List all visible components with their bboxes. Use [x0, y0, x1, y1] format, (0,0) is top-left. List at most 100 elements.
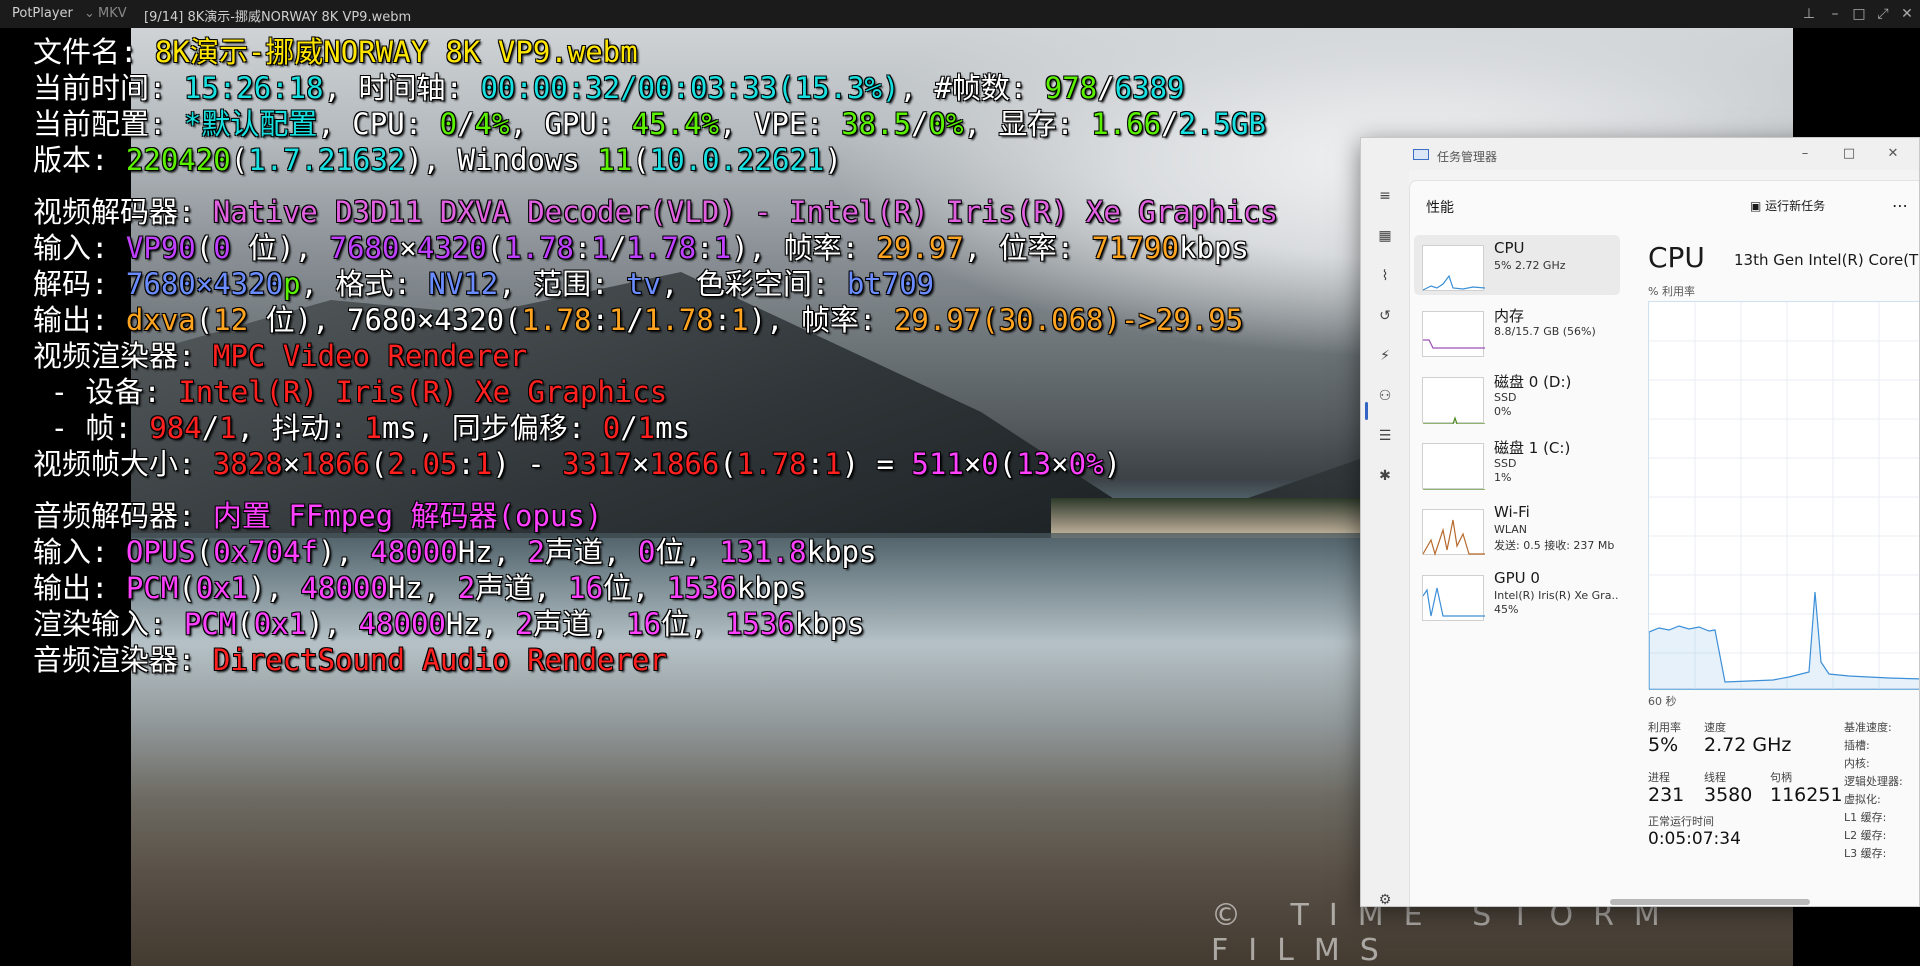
- osd-line: - 帧: 984/1, 抖动: 1ms, 同步偏移: 0/1ms: [33, 410, 1278, 446]
- cpu-utilization-graph: [1648, 301, 1919, 691]
- osd-segment: 48000: [358, 607, 446, 641]
- osd-segment: 声道,: [475, 571, 569, 605]
- osd-segment: 29.97: [893, 303, 982, 337]
- osd-segment: 当前配置:: [33, 107, 184, 141]
- startup-apps-icon[interactable]: ⚡: [1375, 346, 1395, 366]
- osd-line: 版本: 220420(1.7.21632), Windows 11(10.0.2…: [33, 142, 1278, 178]
- osd-segment: 1: [591, 231, 609, 265]
- util-label: 利用率: [1648, 721, 1681, 734]
- osd-segment: kbps: [1178, 231, 1249, 265]
- osd-segment: 1536: [724, 607, 795, 641]
- minimize-button[interactable]: –: [1824, 3, 1846, 25]
- resource-item-1[interactable]: 内存 8.8/15.7 GB (56%): [1414, 301, 1620, 361]
- resource-item-0[interactable]: CPU 5% 2.72 GHz: [1414, 235, 1620, 295]
- osd-segment: :: [713, 303, 732, 337]
- maximize-button[interactable]: □: [1829, 142, 1869, 166]
- osd-segment: 声道,: [545, 535, 638, 569]
- osd-segment: /: [1161, 107, 1179, 141]
- page-title: 性能: [1426, 200, 1454, 216]
- threads-value: 3580: [1704, 784, 1753, 806]
- osd-segment: 位,: [603, 571, 667, 605]
- osd-segment: 48000: [300, 571, 388, 605]
- performance-icon[interactable]: ⌇: [1375, 266, 1395, 286]
- osd-segment: ×: [399, 231, 417, 265]
- fullscreen-button[interactable]: ⤢: [1872, 3, 1894, 25]
- osd-segment: 位),: [230, 231, 330, 265]
- users-icon[interactable]: ⚇: [1375, 386, 1395, 406]
- osd-segment: 984: [149, 411, 202, 445]
- osd-segment: 7680: [329, 231, 400, 265]
- resource-item-4[interactable]: Wi-Fi WLAN 发送: 0.5 接收: 237 Mb: [1414, 499, 1620, 559]
- osd-segment: , CPU:: [317, 107, 440, 141]
- osd-segment: 版本:: [33, 143, 126, 177]
- osd-segment: 1: [824, 447, 842, 481]
- osd-segment: /: [911, 107, 929, 141]
- osd-segment: /: [626, 303, 644, 337]
- osd-segment: , #帧数:: [899, 71, 1045, 105]
- settings-gear-icon[interactable]: ⚙: [1375, 890, 1395, 906]
- osd-segment: 1: [731, 303, 749, 337]
- osd-segment: 71790: [1091, 231, 1179, 265]
- osd-segment: 0x1: [253, 607, 307, 641]
- osd-segment: 音频渲染器:: [33, 643, 213, 677]
- close-button[interactable]: ✕: [1873, 142, 1913, 166]
- run-new-task-button[interactable]: ▣ 运行新任务: [1750, 194, 1825, 218]
- osd-segment: 1536: [666, 571, 737, 605]
- osd-segment: 视频渲染器:: [33, 339, 213, 373]
- processes-icon[interactable]: ▦: [1375, 226, 1395, 246]
- osd-segment: /: [620, 411, 638, 445]
- osd-segment: 渲染输入:: [33, 607, 184, 641]
- osd-segment: Intel(R) Iris(R) Xe Graphics: [178, 375, 668, 409]
- dropdown-chevron-icon[interactable]: ⌄: [84, 6, 95, 21]
- pin-icon[interactable]: ⊥: [1798, 3, 1820, 25]
- resource-name: 内存: [1494, 307, 1525, 325]
- osd-segment: ): [1103, 447, 1121, 481]
- osd-segment: 511: [911, 447, 964, 481]
- close-button[interactable]: ✕: [1896, 3, 1918, 25]
- osd-line: 音频解码器: 内置 FFmpeg 解码器(opus): [33, 498, 1278, 534]
- osd-segment: , GPU:: [509, 107, 632, 141]
- osd-segment: 1866: [649, 447, 720, 481]
- osd-segment: 1: [219, 411, 237, 445]
- osd-line: 视频帧大小: 3828×1866(2.05:1) - 3317×1866(1.7…: [33, 446, 1278, 482]
- resource-sub2: 45%: [1494, 603, 1519, 616]
- task-manager-titlebar: 任务管理器 – □ ✕: [1361, 138, 1919, 170]
- osd-segment: 0: [981, 447, 999, 481]
- horizontal-scrollbar[interactable]: [1610, 899, 1810, 905]
- more-options-button[interactable]: ⋯: [1892, 194, 1908, 218]
- cpu-detail-panel: CPU 13th Gen Intel(R) Core(TM % 利用率 60 秒…: [1640, 229, 1919, 906]
- osd-segment: 0: [439, 107, 458, 141]
- osd-segment: , 显存:: [963, 107, 1092, 141]
- services-icon[interactable]: ✱: [1375, 466, 1395, 486]
- uptime-value: 0:05:07:34: [1648, 829, 1741, 849]
- hamburger-menu-icon[interactable]: ≡: [1375, 186, 1395, 206]
- app-history-icon[interactable]: ↺: [1375, 306, 1395, 326]
- details-icon[interactable]: ☰: [1375, 426, 1395, 446]
- minimize-button[interactable]: –: [1785, 142, 1825, 166]
- osd-segment: (: [236, 607, 254, 641]
- osd-segment: PCM: [183, 607, 237, 641]
- resource-thumbnail: [1422, 377, 1485, 425]
- resource-item-2[interactable]: 磁盘 0 (D:) SSD 0%: [1414, 367, 1620, 427]
- processes-value: 231: [1648, 784, 1685, 806]
- osd-segment: , 色彩空间:: [660, 267, 847, 301]
- maximize-button[interactable]: □: [1848, 3, 1870, 25]
- osd-segment: 解码:: [33, 267, 126, 301]
- osd-segment: 1: [608, 303, 627, 337]
- osd-segment: ) =: [841, 447, 912, 481]
- resource-name: GPU 0: [1494, 569, 1540, 587]
- osd-segment: 0%: [928, 107, 964, 141]
- app-menu-button[interactable]: PotPlayer: [12, 6, 73, 21]
- active-indicator: [1365, 402, 1368, 420]
- osd-segment: , 位率:: [963, 231, 1092, 265]
- sockets-label: 插槽:: [1844, 739, 1870, 752]
- osd-segment: 1: [637, 411, 656, 445]
- osd-segment: 1.78: [521, 303, 592, 337]
- osd-segment: (: [195, 303, 214, 337]
- task-manager-window[interactable]: 任务管理器 – □ ✕ ≡ ▦ ⌇ ↺ ⚡ ⚇ ☰ ✱ ⚙ 性能 ▣ 运行新任务…: [1360, 137, 1920, 907]
- resource-item-5[interactable]: GPU 0 Intel(R) Iris(R) Xe Gra.. 45%: [1414, 565, 1620, 625]
- resource-sub2: 1%: [1494, 471, 1512, 484]
- resource-item-3[interactable]: 磁盘 1 (C:) SSD 1%: [1414, 433, 1620, 493]
- osd-segment: /: [1097, 71, 1115, 105]
- osd-segment: 0: [213, 231, 231, 265]
